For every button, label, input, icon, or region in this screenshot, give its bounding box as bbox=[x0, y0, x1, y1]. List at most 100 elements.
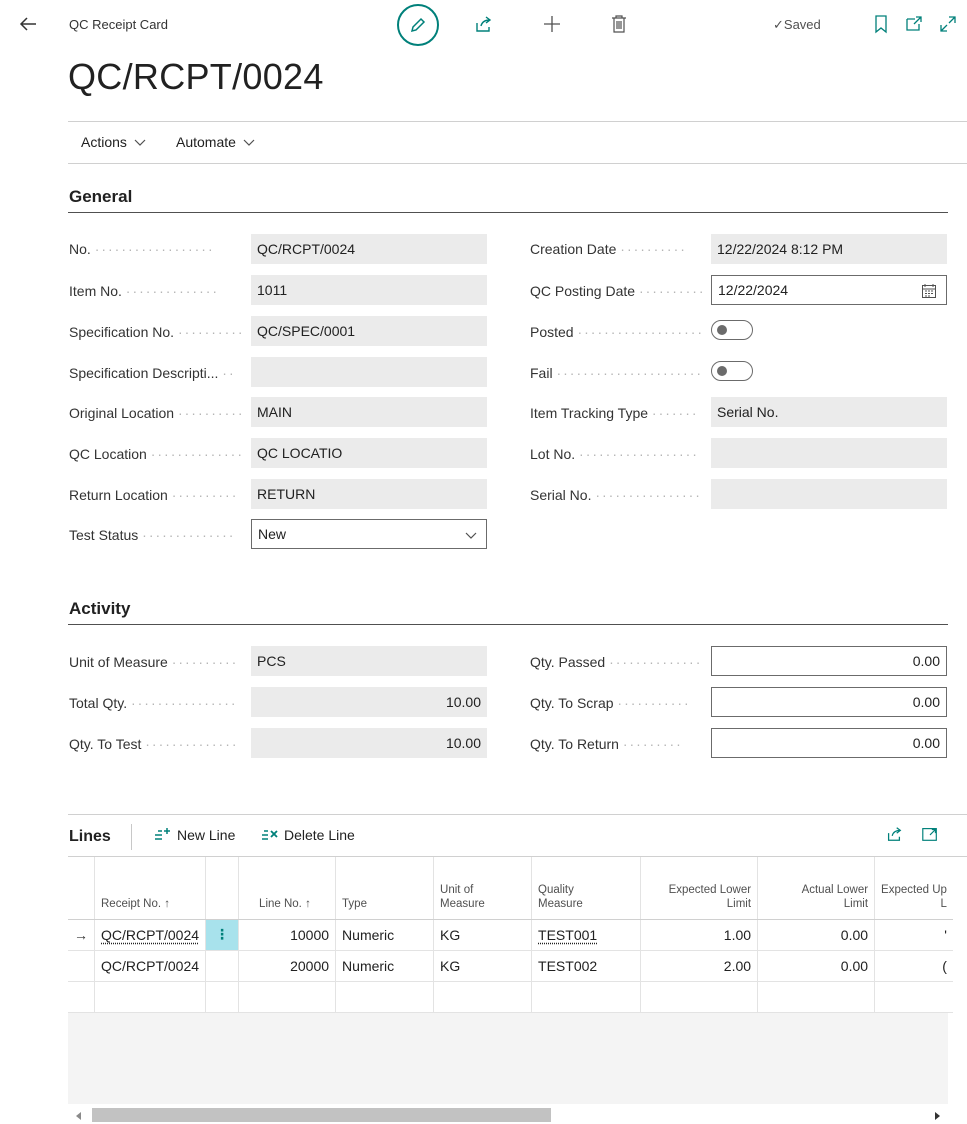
lines-title[interactable]: Lines bbox=[69, 828, 111, 846]
row-actions-cell[interactable] bbox=[205, 950, 240, 982]
col-header-actions bbox=[205, 857, 240, 920]
col-header-line-no[interactable]: Line No. ↑ bbox=[238, 857, 337, 920]
qc-posting-date-input[interactable]: 12/22/2024 bbox=[711, 275, 947, 305]
row-indicator-arrow-icon: → bbox=[68, 919, 95, 951]
field-label-qty-to-scrap: Qty. To Scrap ··········· bbox=[530, 695, 691, 711]
field-return-location[interactable]: RETURN bbox=[251, 479, 487, 509]
table-row[interactable]: QC/RCPT/0024 20000 Numeric KG TEST002 2.… bbox=[68, 950, 953, 982]
field-item-tracking-type[interactable]: Serial No. bbox=[711, 397, 947, 427]
scroll-left-icon[interactable] bbox=[76, 1112, 82, 1120]
cell-unit-of-measure[interactable]: KG bbox=[433, 950, 533, 982]
test-status-select[interactable]: New bbox=[251, 519, 487, 549]
cell-actual-lower-limit[interactable]: 0.00 bbox=[757, 950, 876, 982]
field-serial-no[interactable] bbox=[711, 479, 947, 509]
col-header-quality-measure[interactable]: Quality Measure bbox=[531, 857, 642, 920]
field-specification-description[interactable] bbox=[251, 357, 487, 387]
separator bbox=[131, 824, 132, 850]
field-original-location[interactable]: MAIN bbox=[251, 397, 487, 427]
table-row[interactable]: → QC/RCPT/0024 ⋮ 10000 Numeric KG TEST00… bbox=[68, 919, 953, 951]
qty-to-scrap-input[interactable]: 0.00 bbox=[711, 687, 947, 717]
field-label-return-location: Return Location ·········· bbox=[69, 487, 239, 503]
divider bbox=[68, 163, 967, 164]
cell-expected-upper-limit[interactable]: ' bbox=[874, 919, 953, 951]
actions-menu[interactable]: Actions bbox=[81, 134, 147, 150]
cell-line-no[interactable]: 10000 bbox=[238, 919, 337, 951]
delete-line-button[interactable]: Delete Line bbox=[261, 827, 355, 843]
col-header-actual-lower-limit[interactable]: Actual Lower Limit bbox=[757, 857, 876, 920]
cell-expected-lower-limit[interactable]: 1.00 bbox=[640, 919, 759, 951]
share-icon[interactable] bbox=[884, 824, 904, 844]
automate-menu[interactable]: Automate bbox=[176, 134, 256, 150]
cell-expected-lower-limit[interactable]: 2.00 bbox=[640, 950, 759, 982]
fail-toggle[interactable] bbox=[711, 361, 753, 381]
new-line-button[interactable]: New Line bbox=[154, 827, 235, 843]
empty-cell[interactable] bbox=[757, 981, 876, 1013]
calendar-icon[interactable] bbox=[921, 283, 937, 299]
qty-passed-input[interactable]: 0.00 bbox=[711, 646, 947, 676]
posted-toggle[interactable] bbox=[711, 320, 753, 340]
col-header-expected-lower-limit[interactable]: Expected Lower Limit bbox=[640, 857, 759, 920]
chevron-down-icon bbox=[134, 139, 146, 146]
edit-pencil-icon[interactable] bbox=[397, 4, 439, 46]
qty-to-return-input[interactable]: 0.00 bbox=[711, 728, 947, 758]
empty-cell[interactable] bbox=[238, 981, 337, 1013]
back-arrow-icon[interactable] bbox=[14, 10, 42, 38]
cell-quality-measure[interactable]: TEST002 bbox=[531, 950, 642, 982]
field-label-creation-date: Creation Date ·········· bbox=[530, 241, 687, 257]
open-new-window-icon[interactable] bbox=[904, 14, 924, 34]
field-qty-to-test[interactable]: 10.00 bbox=[251, 728, 487, 758]
table-row-empty[interactable] bbox=[68, 981, 953, 1013]
empty-cell[interactable] bbox=[531, 981, 642, 1013]
cell-type[interactable]: Numeric bbox=[335, 950, 435, 982]
scrollbar-thumb[interactable] bbox=[92, 1108, 551, 1122]
col-header-unit-of-measure[interactable]: Unit of Measure bbox=[433, 857, 533, 920]
cell-expected-upper-limit[interactable]: ( bbox=[874, 950, 953, 982]
field-label-serial-no: Serial No. ················ bbox=[530, 487, 702, 503]
cell-type[interactable]: Numeric bbox=[335, 919, 435, 951]
empty-cell[interactable] bbox=[433, 981, 533, 1013]
add-icon[interactable] bbox=[542, 14, 562, 34]
cell-receipt-no[interactable]: QC/RCPT/0024 bbox=[94, 919, 207, 951]
expand-icon[interactable] bbox=[938, 14, 958, 34]
scroll-right-icon[interactable] bbox=[934, 1112, 940, 1120]
field-item-no[interactable]: 1011 bbox=[251, 275, 487, 305]
cell-actual-lower-limit[interactable]: 0.00 bbox=[757, 919, 876, 951]
field-no[interactable]: QC/RCPT/0024 bbox=[251, 234, 487, 264]
field-label-specification-no: Specification No. ·········· bbox=[69, 324, 245, 340]
cell-line-no[interactable]: 20000 bbox=[238, 950, 337, 982]
col-header-receipt-no[interactable]: Receipt No. ↑ bbox=[94, 857, 207, 920]
cell-quality-measure[interactable]: TEST001 bbox=[531, 919, 642, 951]
field-label-test-status: Test Status ·············· bbox=[69, 527, 236, 543]
field-specification-no[interactable]: QC/SPEC/0001 bbox=[251, 316, 487, 346]
saved-status: ✓Saved bbox=[773, 17, 821, 33]
col-header-type[interactable]: Type bbox=[335, 857, 435, 920]
field-creation-date[interactable]: 12/22/2024 8:12 PM bbox=[711, 234, 947, 264]
delete-line-label: Delete Line bbox=[284, 827, 355, 843]
empty-cell[interactable] bbox=[335, 981, 435, 1013]
cell-unit-of-measure[interactable]: KG bbox=[433, 919, 533, 951]
field-label-qty-passed: Qty. Passed ·············· bbox=[530, 654, 703, 670]
field-qc-location[interactable]: QC LOCATIO bbox=[251, 438, 487, 468]
share-icon[interactable] bbox=[473, 14, 493, 34]
field-label-total-qty: Total Qty. ················ bbox=[69, 695, 238, 711]
field-label-item-no: Item No. ·············· bbox=[69, 283, 220, 299]
divider bbox=[68, 814, 967, 815]
empty-cell[interactable] bbox=[94, 981, 207, 1013]
col-header-expected-upper-limit[interactable]: Expected Up L bbox=[874, 857, 953, 920]
general-section-title[interactable]: General bbox=[69, 187, 132, 207]
cell-receipt-no[interactable]: QC/RCPT/0024 bbox=[94, 950, 207, 982]
field-unit-of-measure[interactable]: PCS bbox=[251, 646, 487, 676]
empty-cell[interactable] bbox=[205, 981, 240, 1013]
empty-cell[interactable] bbox=[874, 981, 953, 1013]
bookmark-icon[interactable] bbox=[871, 14, 891, 34]
section-divider bbox=[68, 212, 948, 213]
new-line-icon bbox=[155, 828, 170, 840]
row-actions-menu-icon[interactable]: ⋮ bbox=[205, 919, 240, 951]
delete-trash-icon[interactable] bbox=[609, 14, 629, 34]
field-lot-no[interactable] bbox=[711, 438, 947, 468]
field-total-qty[interactable]: 10.00 bbox=[251, 687, 487, 717]
activity-section-title[interactable]: Activity bbox=[69, 599, 130, 619]
expand-lines-icon[interactable] bbox=[920, 824, 940, 844]
checkmark-icon: ✓ bbox=[773, 17, 784, 32]
empty-cell[interactable] bbox=[640, 981, 759, 1013]
